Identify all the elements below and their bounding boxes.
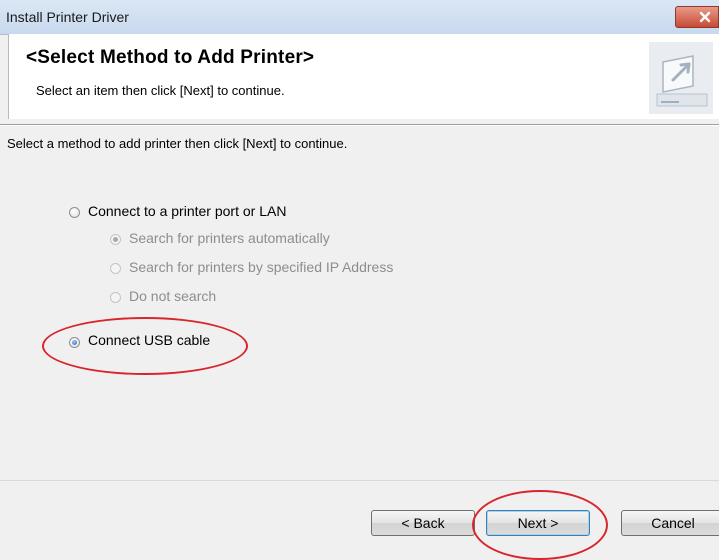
wizard-header: <Select Method to Add Printer> Select an…	[8, 34, 719, 119]
radio-port-lan[interactable]	[69, 207, 80, 218]
footer-divider	[0, 480, 719, 481]
close-x-icon	[699, 11, 711, 23]
close-button[interactable]	[675, 6, 719, 28]
label-no-search[interactable]: Do not search	[129, 288, 216, 304]
page-subtitle: Select an item then click [Next] to cont…	[36, 83, 285, 98]
cancel-button[interactable]: Cancel	[621, 510, 719, 536]
instruction-text: Select a method to add printer then clic…	[7, 136, 348, 151]
header-divider-highlight	[0, 125, 719, 126]
radio-selected-dot	[113, 237, 118, 242]
radio-no-search[interactable]	[110, 292, 121, 303]
printer-wizard-icon	[649, 42, 713, 114]
page-title: <Select Method to Add Printer>	[26, 47, 315, 68]
window-title: Install Printer Driver	[6, 9, 129, 25]
label-search-auto[interactable]: Search for printers automatically	[129, 230, 330, 246]
title-bar: Install Printer Driver	[0, 0, 719, 35]
label-port-lan[interactable]: Connect to a printer port or LAN	[88, 203, 286, 219]
label-usb[interactable]: Connect USB cable	[88, 332, 210, 348]
next-button[interactable]: Next >	[486, 510, 590, 536]
radio-search-ip[interactable]	[110, 263, 121, 274]
radio-selected-dot	[72, 340, 77, 345]
label-search-ip[interactable]: Search for printers by specified IP Addr…	[129, 259, 393, 275]
radio-search-auto[interactable]	[110, 234, 121, 245]
radio-usb[interactable]	[69, 337, 80, 348]
back-button[interactable]: < Back	[371, 510, 475, 536]
